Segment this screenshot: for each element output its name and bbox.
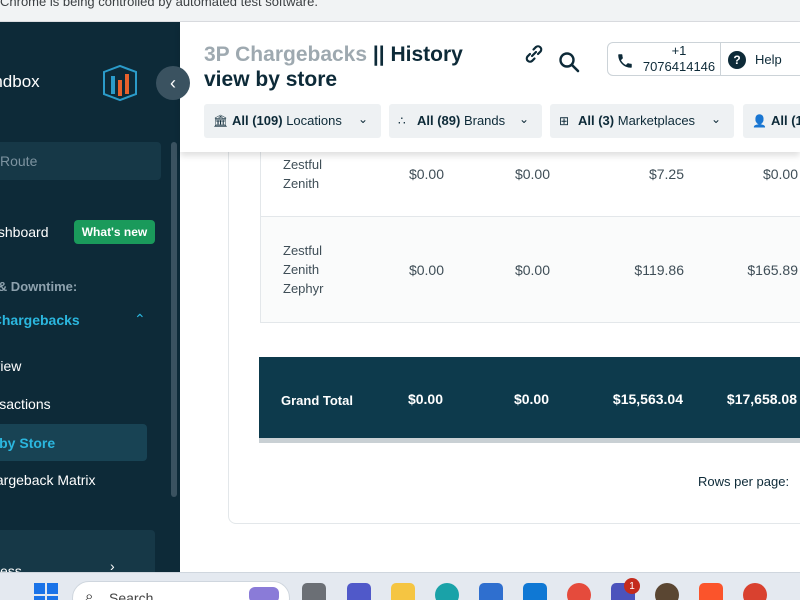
collapse-sidebar-button[interactable]: ‹ [156, 66, 190, 100]
phone-icon [618, 54, 632, 68]
page-title: 3P Chargebacks || History view by store [204, 43, 463, 91]
whats-new-badge[interactable]: What's new [74, 220, 155, 244]
filter-brands[interactable]: ∴ All (89) Brands ⌄ [389, 104, 542, 138]
route-label: Route [0, 153, 38, 169]
page-header: 3P Chargebacks || History view by store … [180, 22, 800, 152]
taskbar-search[interactable]: ⌕ Search [72, 581, 290, 600]
help-button[interactable]: ? Help [721, 42, 800, 76]
support-phone-number: +1 7076414146 [642, 43, 716, 74]
app-icon[interactable] [655, 583, 679, 600]
brands-icon: ∴ [398, 114, 406, 128]
sidebar-item-chargeback-matrix[interactable]: Chargeback Matrix [0, 472, 118, 488]
table-cell: $0.00 [407, 391, 443, 407]
task-view-icon[interactable] [302, 583, 326, 600]
windows-start-icon[interactable] [34, 583, 58, 600]
chevron-down-icon: ⌄ [358, 112, 369, 126]
notification-badge: 1 [624, 578, 640, 594]
search-icon[interactable] [557, 50, 581, 74]
sidebar-item-transactions[interactable]: Transactions [0, 396, 80, 412]
brand-name: Loop Sandbox [0, 72, 40, 91]
table-row: Zestful Zenith $0.00 $0.00 $7.25 $0.00 [260, 152, 800, 217]
sidebar-item-3p-chargebacks[interactable]: 3P Chargebacks [0, 312, 109, 328]
filter-locations[interactable]: 🏛 All (109) Locations ⌄ [204, 104, 381, 138]
link-icon[interactable] [522, 42, 546, 66]
chrome-icon[interactable] [567, 583, 591, 600]
edge-icon[interactable] [435, 583, 459, 600]
sidebar-item-history-by-store[interactable]: History by Store [0, 424, 147, 461]
windows-taskbar: ⌕ Search 1 [0, 572, 800, 600]
section-label-revenue: Revenue & Downtime: [0, 279, 78, 294]
sidebar-item-dashboard[interactable]: Dashboard [0, 224, 69, 240]
chevron-left-icon: ‹ [170, 72, 176, 93]
search-icon: ⌕ [85, 588, 94, 600]
sidebar-item-business[interactable]: Business › [0, 530, 155, 572]
outlook-icon[interactable] [523, 583, 547, 600]
chevron-down-icon: ⌄ [711, 112, 722, 126]
main-content: Zestful Zenith $0.00 $0.00 $7.25 $0.00 Z… [180, 132, 800, 572]
store-icon: 🏛 [213, 114, 229, 128]
store-app-icon[interactable] [479, 583, 503, 600]
brave-icon[interactable] [699, 583, 723, 600]
app-icon[interactable] [743, 583, 767, 600]
table-cell: $0.00 [408, 166, 444, 182]
store-name: Zestful Zenith [283, 157, 323, 191]
chevron-up-icon[interactable]: ⌃ [134, 311, 146, 328]
automation-banner-text: Chrome is being controlled by automated … [0, 0, 318, 9]
table-cell: $165.89 [747, 262, 798, 278]
table-cell: $0.00 [408, 262, 444, 278]
store-name: Zestful Zenith Zephyr [283, 243, 324, 296]
support-phone-button[interactable]: +1 7076414146 [607, 42, 721, 76]
marketplace-icon: ⊞ [559, 114, 570, 128]
table-cell: $0.00 [514, 262, 550, 278]
sidebar-scrollbar[interactable] [171, 142, 177, 497]
chevron-down-icon: ⌄ [519, 112, 530, 126]
table-cell: $17,658.08 [726, 391, 797, 407]
grand-total-row: Grand Total $0.00 $0.00 $15,563.04 $17,6… [259, 357, 800, 443]
table-row: Zestful Zenith Zephyr $0.00 $0.00 $119.8… [260, 217, 800, 323]
help-icon: ? [728, 51, 746, 69]
user-icon: 👤 [752, 114, 767, 128]
route-selector[interactable]: Route [0, 142, 161, 180]
table-cell: $0.00 [513, 391, 549, 407]
brand-logo-icon [103, 64, 137, 102]
search-highlight-icon [249, 587, 279, 600]
sidebar-item-overview[interactable]: Overview [0, 358, 58, 374]
rows-per-page-label: Rows per page: [698, 474, 790, 489]
table-cell: $7.25 [648, 166, 684, 182]
teams-icon[interactable] [347, 583, 371, 600]
file-explorer-icon[interactable] [391, 583, 415, 600]
table-cell: $119.86 [634, 262, 684, 278]
table-cell: $0.00 [514, 166, 550, 182]
table-cell: $15,563.04 [612, 391, 683, 407]
filter-marketplaces[interactable]: ⊞ All (3) Marketplaces ⌄ [550, 104, 734, 138]
automation-banner: Chrome is being controlled by automated … [0, 0, 800, 22]
grand-total-label: Grand Total [281, 393, 353, 408]
table-cell: $0.00 [762, 166, 798, 182]
chevron-right-icon: › [110, 558, 115, 572]
sidebar: Loop Sandbox Route Dashboard What's new … [0, 22, 180, 572]
filter-users[interactable]: 👤 All (1 [743, 104, 800, 138]
